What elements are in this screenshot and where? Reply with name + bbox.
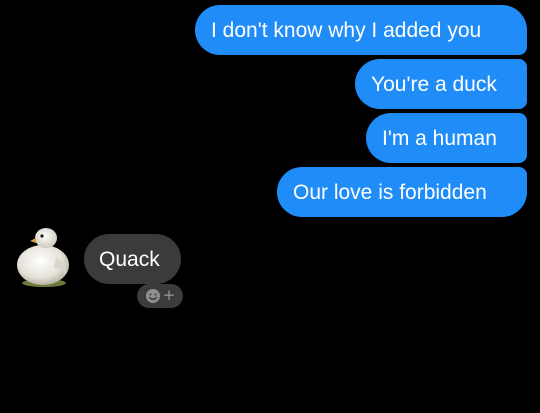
sent-message-3[interactable]: I'm a human (366, 113, 527, 163)
message-text: Our love is forbidden (293, 180, 487, 204)
sent-message-1[interactable]: I don't know why I added you (195, 5, 527, 55)
sent-message-4[interactable]: Our love is forbidden (277, 167, 527, 217)
duck-avatar[interactable] (10, 222, 78, 290)
smiley-add-icon (145, 289, 160, 303)
received-message[interactable]: Quack (84, 234, 181, 284)
plus-icon: + (162, 286, 176, 304)
chat-screen: I don't know why I added you You're a du… (0, 0, 540, 413)
add-reaction-button[interactable]: + (137, 284, 183, 308)
message-text: I'm a human (382, 126, 497, 150)
message-text: You're a duck (371, 72, 497, 96)
message-text: I don't know why I added you (211, 18, 482, 42)
sent-message-2[interactable]: You're a duck (355, 59, 527, 109)
message-text: Quack (99, 247, 160, 271)
duck-icon (17, 228, 69, 287)
